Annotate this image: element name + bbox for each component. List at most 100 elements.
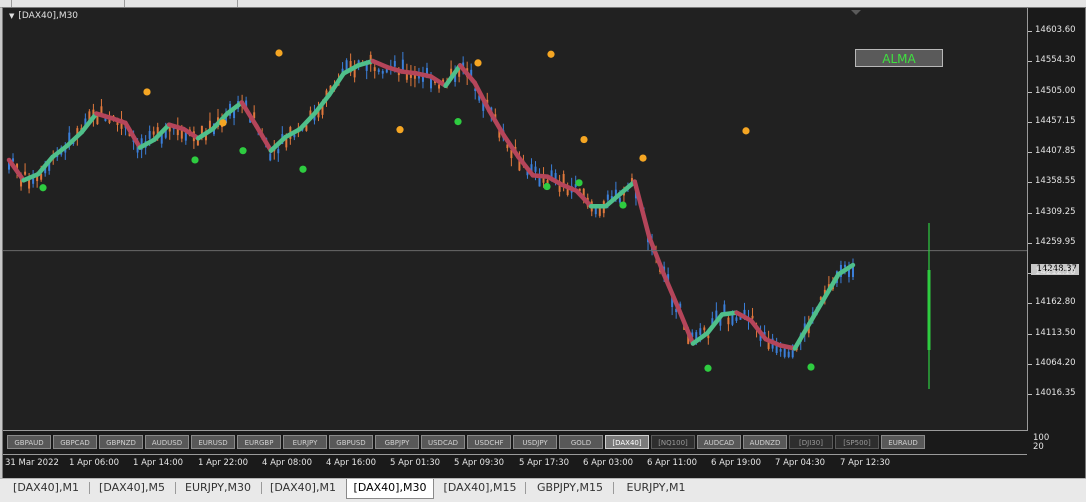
symbol-button-gold[interactable]: GOLD <box>559 435 603 449</box>
symbol-button-gbpjpy[interactable]: GBPJPY <box>375 435 419 449</box>
price-axis-tick <box>1028 334 1032 335</box>
symbol-button-dax40[interactable]: [DAX40] <box>605 435 649 449</box>
chart-shift-marker-icon[interactable] <box>851 10 861 15</box>
alma-line-segment <box>385 64 405 74</box>
alma-line-segment <box>94 111 114 121</box>
chart-window-title[interactable]: ▼ [DAX40],M30 <box>9 11 78 21</box>
sell-signal-dot <box>219 119 227 127</box>
bull-candle <box>377 67 380 75</box>
time-axis-label: 4 Apr 08:00 <box>262 458 313 468</box>
chart-tab[interactable]: [DAX40],M5 <box>90 479 174 497</box>
alma-line-segment <box>821 272 841 302</box>
buy-signal-dot <box>239 147 247 155</box>
time-axis-label: 1 Apr 22:00 <box>198 458 249 468</box>
bull-candle <box>852 258 854 281</box>
symbol-button-usdcad[interactable]: USDCAD <box>421 435 465 449</box>
price-axis-label: 14309.25 <box>1035 207 1076 217</box>
chart-tab[interactable]: EURJPY,M30 <box>176 479 260 497</box>
buy-signal-dot <box>543 182 551 191</box>
price-axis[interactable]: 14248.37 14603.60 14554.30 14505.00 14457.1… <box>1028 8 1084 430</box>
price-axis-label: 14064.20 <box>1035 358 1076 368</box>
price-axis-label: 14407.85 <box>1035 146 1076 156</box>
price-axis-label: 14457.15 <box>1035 116 1076 126</box>
price-axis-label: 14554.30 <box>1035 55 1076 65</box>
chart-tab[interactable]: [DAX40],M15 <box>436 479 524 497</box>
alma-line-segment <box>676 306 696 346</box>
bear-candle <box>562 170 565 192</box>
alma-line-segment <box>326 71 346 98</box>
alma-line-segment <box>108 115 128 126</box>
volume-range-bar <box>927 270 931 350</box>
symbol-button-audcad[interactable]: AUDCAD <box>697 435 741 449</box>
alma-indicator-button[interactable]: ALMA <box>855 49 943 67</box>
bull-candle <box>401 51 404 72</box>
symbol-button-audusd[interactable]: AUDUSD <box>145 435 189 449</box>
price-axis-label: 14505.00 <box>1035 86 1076 96</box>
alma-line-segment <box>647 234 667 277</box>
price-axis-tick <box>1028 182 1032 183</box>
chart-tab[interactable]: [DAX40],M30 <box>346 479 434 499</box>
sell-signal-dot <box>580 135 588 144</box>
symbol-button-dji30[interactable]: [DJI30] <box>789 435 833 449</box>
symbol-button-sp500[interactable]: [SP500] <box>835 435 879 449</box>
tab-separator <box>525 482 526 494</box>
alma-line-segment <box>254 123 274 153</box>
symbol-button-usdchf[interactable]: USDCHF <box>467 435 511 449</box>
price-axis-tick <box>1028 394 1032 395</box>
symbol-button-eurjpy[interactable]: EURJPY <box>283 435 327 449</box>
sell-signal-dot <box>547 50 555 58</box>
alma-line-segment <box>486 108 507 138</box>
alma-line-segment <box>283 126 303 140</box>
buy-signal-dot <box>191 156 199 164</box>
time-axis-label: 5 Apr 17:30 <box>519 458 570 468</box>
buy-signal-dot <box>454 118 462 126</box>
symbol-button-nq100[interactable]: [NQ100] <box>651 435 695 449</box>
sell-signal-dot <box>639 154 647 162</box>
time-axis-label: 7 Apr 12:30 <box>840 458 891 468</box>
alma-line-segment <box>443 63 463 89</box>
chart-tab[interactable]: [DAX40],M1 <box>4 479 88 497</box>
sell-signal-dot <box>143 88 151 96</box>
price-axis-tick <box>1028 61 1032 62</box>
chart-window[interactable]: ▼ [DAX40],M30 ALMA 14248.37 14603.60 14554… <box>2 7 1086 479</box>
price-axis-label: 14162.80 <box>1035 297 1076 307</box>
bear-candle <box>349 53 352 77</box>
window-menu-arrow-icon[interactable]: ▼ <box>9 12 14 20</box>
symbol-button-audnzd[interactable]: AUDNZD <box>743 435 787 449</box>
chart-tab[interactable]: GBPJPY,M15 <box>528 479 612 497</box>
sell-signal-dot <box>474 59 482 67</box>
price-axis-tick <box>1028 92 1032 93</box>
price-axis-tick <box>1028 273 1032 274</box>
alma-line-segment <box>559 182 579 194</box>
sell-signal-dot <box>275 49 283 57</box>
symbol-button-gbpcad[interactable]: GBPCAD <box>53 435 97 449</box>
price-chart[interactable] <box>3 8 1027 430</box>
alma-line-segment <box>632 179 652 240</box>
buy-signal-dot <box>807 363 815 371</box>
buy-signal-dot <box>299 165 307 173</box>
alma-line-segment <box>21 171 41 183</box>
bear-candle <box>409 65 412 87</box>
buy-signal-dot <box>575 179 583 187</box>
buy-signal-dot <box>704 364 712 372</box>
symbol-button-gbpusd[interactable]: GBPUSD <box>329 435 373 449</box>
bear-candle <box>353 60 356 83</box>
symbol-button-eurgbp[interactable]: EURGBP <box>237 435 281 449</box>
chart-tab[interactable]: EURJPY,M1 <box>614 479 698 497</box>
price-axis-tick <box>1028 152 1032 153</box>
time-axis[interactable]: 31 Mar 2022 1 Apr 06:00 1 Apr 14:00 1 Apr 2… <box>3 455 1027 477</box>
symbol-button-euraud[interactable]: EURAUD <box>881 435 925 449</box>
price-axis-label: 14358.55 <box>1035 176 1076 186</box>
symbol-button-gbpnzd[interactable]: GBPNZD <box>99 435 143 449</box>
symbol-button-gbpaud[interactable]: GBPAUD <box>7 435 51 449</box>
alma-line-segment <box>748 318 768 342</box>
chart-tab[interactable]: [DAX40],M1 <box>262 479 344 497</box>
price-chart-area[interactable]: ▼ [DAX40],M30 ALMA <box>3 8 1028 431</box>
alma-line-segment <box>807 296 827 326</box>
buy-signal-dot <box>39 184 47 192</box>
chart-symbol-period: [DAX40],M30 <box>18 11 79 21</box>
symbol-button-usdjpy[interactable]: USDJPY <box>513 435 557 449</box>
subwindow-axis-min: 20 <box>1033 442 1044 452</box>
alma-line-segment <box>661 272 681 311</box>
symbol-button-eurusd[interactable]: EURUSD <box>191 435 235 449</box>
